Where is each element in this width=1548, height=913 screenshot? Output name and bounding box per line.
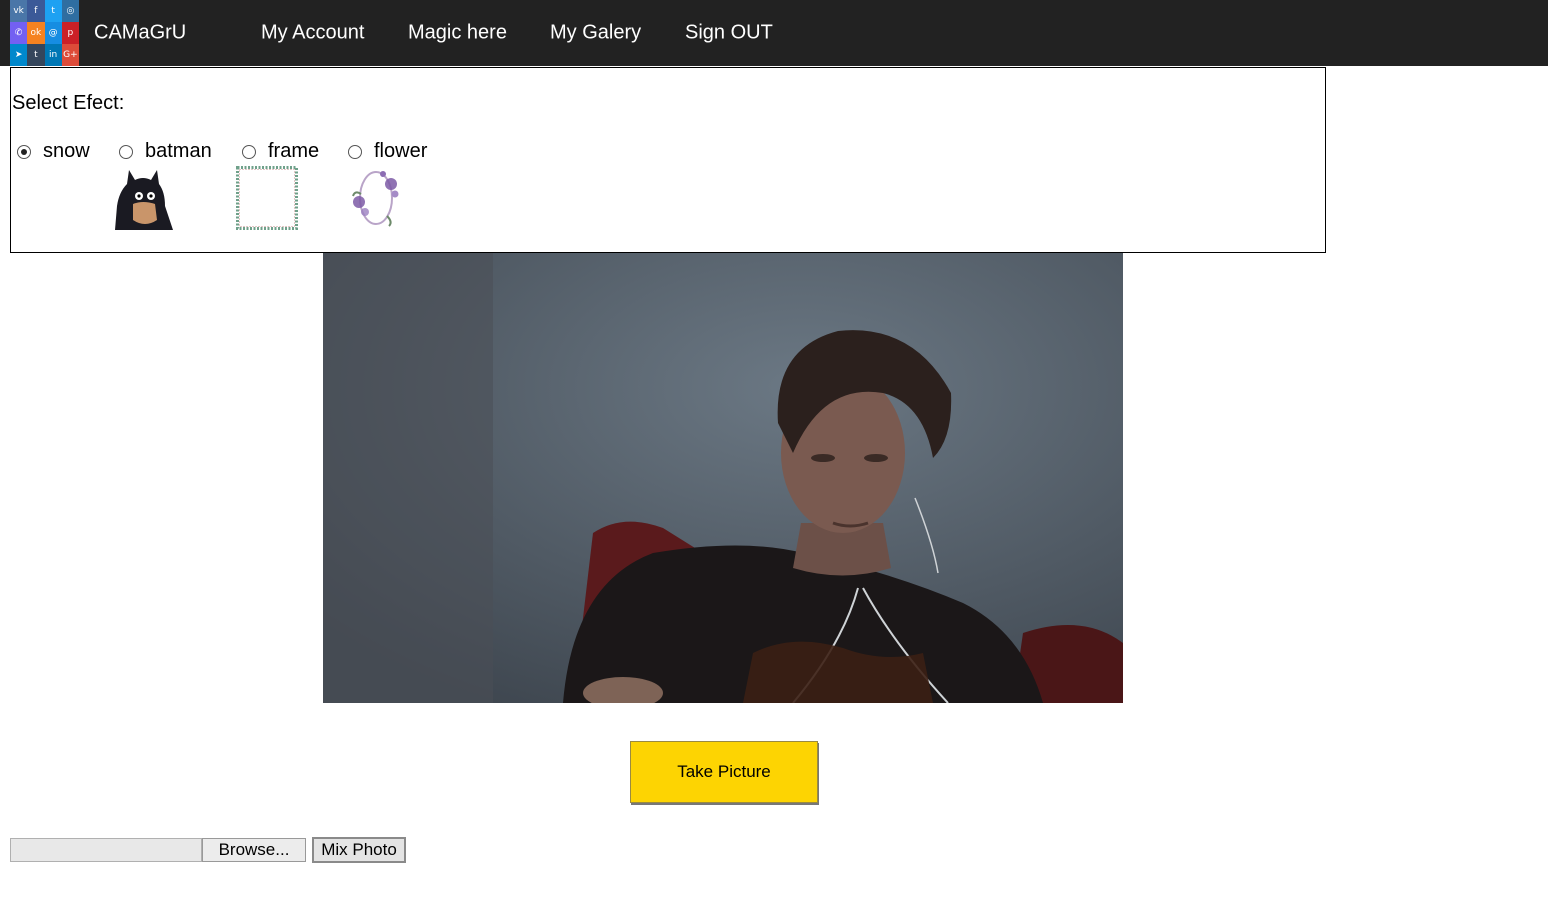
nav-sign-out[interactable]: Sign OUT: [685, 22, 773, 45]
vk-icon[interactable]: vk: [10, 0, 28, 22]
pinterest-icon[interactable]: p: [61, 22, 79, 44]
top-navbar: vk f t ◎ ✆ ok @ p ➤ t in G+ CAMaGrU My Account Magi…: [0, 0, 1548, 66]
radio-frame[interactable]: [242, 144, 256, 159]
nav-magic-here[interactable]: Magic here: [408, 22, 507, 45]
effect-label-frame: frame: [268, 140, 320, 162]
social-logo-grid[interactable]: vk f t ◎ ✆ ok @ p ➤ t in G+: [10, 0, 79, 66]
radio-flower[interactable]: [348, 144, 362, 159]
googleplus-icon[interactable]: G+: [61, 44, 79, 66]
nav-my-galery[interactable]: My Galery: [550, 22, 641, 45]
moimir-icon[interactable]: @: [44, 22, 62, 44]
effect-selector-panel: Select Efect: snow batman frame flower: [10, 67, 1326, 253]
webcam-video: [323, 253, 1123, 703]
effect-option-frame[interactable]: frame: [242, 140, 319, 163]
viber-icon[interactable]: ✆: [10, 22, 28, 44]
batman-thumbnail[interactable]: [113, 166, 175, 230]
linkedin-icon[interactable]: in: [44, 44, 62, 66]
webcam-frame-image: [323, 253, 1123, 703]
browse-button[interactable]: Browse...: [202, 838, 306, 862]
odnoklassniki-icon[interactable]: ok: [27, 22, 45, 44]
effect-label-snow: snow: [43, 140, 90, 162]
mix-photo-button[interactable]: Mix Photo: [312, 837, 406, 863]
file-path-input[interactable]: [10, 838, 202, 862]
effect-option-batman[interactable]: batman: [119, 140, 212, 163]
effect-option-snow[interactable]: snow: [17, 140, 90, 163]
telegram-icon[interactable]: ➤: [10, 44, 28, 66]
effect-label-batman: batman: [145, 140, 212, 162]
radio-snow[interactable]: [17, 144, 31, 159]
twitter-icon[interactable]: t: [44, 0, 62, 22]
flower-wreath-thumbnail[interactable]: [343, 166, 405, 230]
take-picture-button[interactable]: Take Picture: [630, 741, 818, 803]
brand-title[interactable]: CAMaGrU: [94, 22, 186, 45]
nav-my-account[interactable]: My Account: [261, 22, 364, 45]
facebook-icon[interactable]: f: [27, 0, 45, 22]
tumblr-icon[interactable]: t: [27, 44, 45, 66]
frame-thumbnail[interactable]: [236, 166, 298, 230]
radio-batman[interactable]: [119, 144, 133, 159]
effect-title: Select Efect:: [12, 92, 125, 114]
instagram-icon[interactable]: ◎: [61, 0, 79, 22]
effect-option-flower[interactable]: flower: [348, 140, 427, 163]
effect-label-flower: flower: [374, 140, 428, 162]
